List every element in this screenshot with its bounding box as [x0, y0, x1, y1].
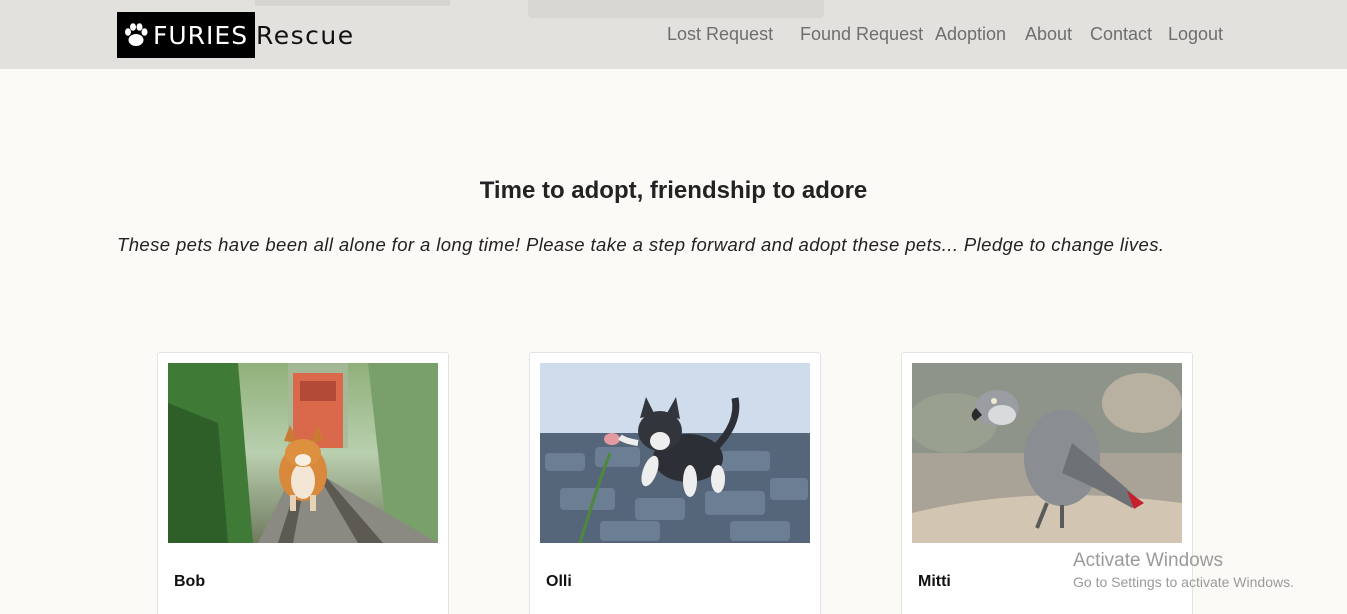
page-heading: Time to adopt, friendship to adore [479, 177, 868, 204]
brand-box: FURIES [117, 12, 255, 58]
pet-photo [540, 363, 810, 543]
nav-logout[interactable]: Logout [1168, 24, 1223, 45]
brand-name-strong: FURIES [153, 20, 249, 50]
navbar: FURIES Rescue Lost Request Found Request… [0, 0, 1347, 69]
pet-name: Bob [174, 573, 206, 590]
activate-windows-watermark: Activate Windows Go to Settings to activ… [1073, 550, 1294, 590]
pet-photo [168, 363, 438, 543]
navbar-decoration [255, 0, 450, 6]
intro-text: These pets have been all alone for a lon… [117, 234, 1165, 255]
nav-about[interactable]: About [1025, 24, 1072, 45]
brand-name-rest: Rescue [256, 20, 355, 50]
nav-adoption[interactable]: Adoption [935, 24, 1006, 45]
kitten-with-flower-photo [540, 363, 810, 543]
watermark-title: Activate Windows [1073, 550, 1223, 571]
pet-name: Mitti [918, 573, 951, 590]
pet-photo [912, 363, 1182, 543]
watermark-subtitle: Go to Settings to activate Windows. [1073, 574, 1294, 590]
nav-found-request[interactable]: Found Request [800, 24, 923, 45]
grey-parrot-photo [912, 363, 1182, 543]
navbar-decoration [528, 0, 824, 18]
pet-card-bob[interactable]: Bob [157, 352, 449, 614]
corgi-on-railway-photo [168, 363, 438, 543]
nav-contact[interactable]: Contact [1090, 24, 1152, 45]
paw-icon [125, 23, 148, 46]
brand-logo[interactable]: FURIES Rescue [117, 12, 355, 58]
pet-card-olli[interactable]: Olli [529, 352, 821, 614]
nav-lost-request[interactable]: Lost Request [667, 24, 773, 45]
pet-name: Olli [546, 573, 572, 590]
